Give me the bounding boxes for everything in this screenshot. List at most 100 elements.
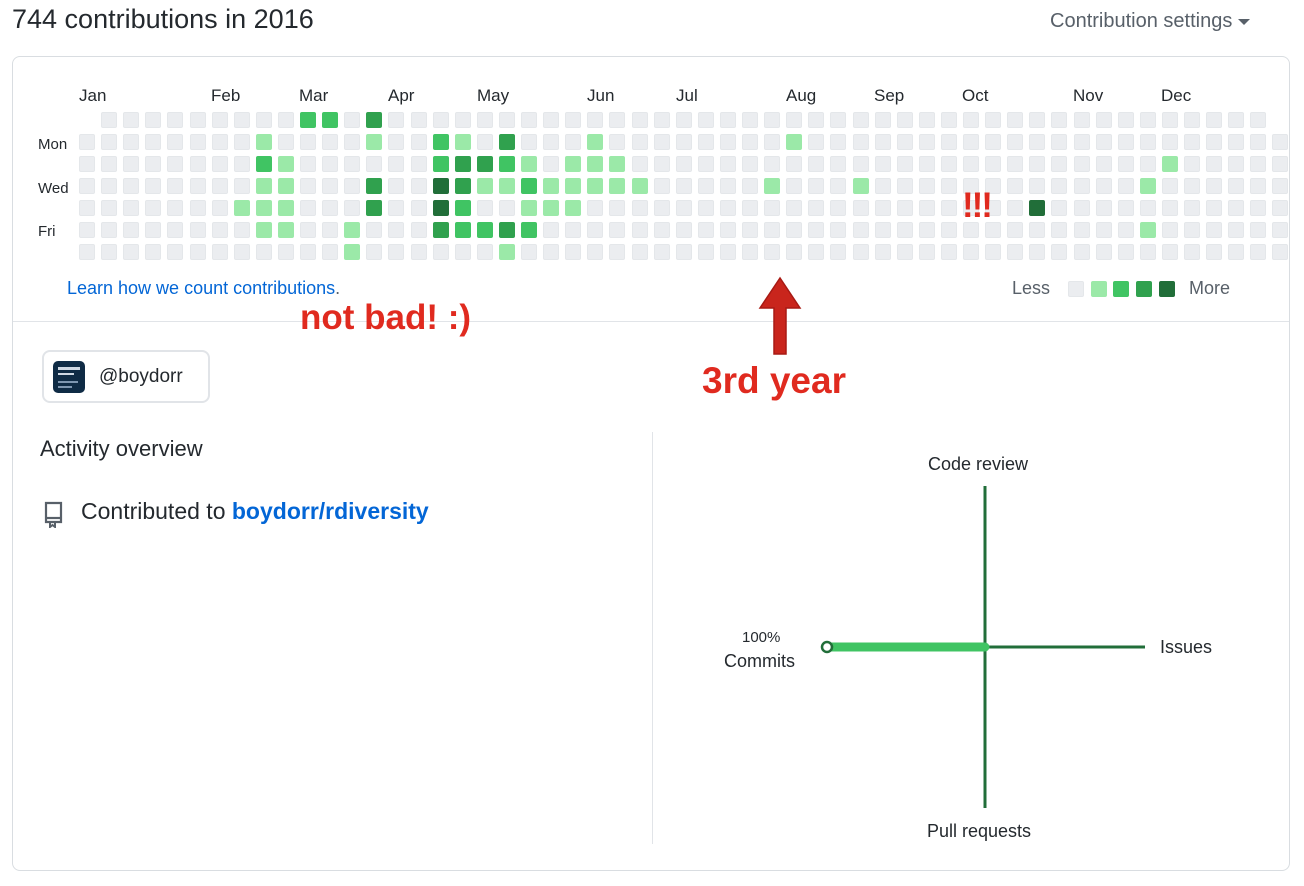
contribution-day[interactable] xyxy=(1250,156,1267,172)
contribution-day[interactable] xyxy=(786,112,803,128)
contribution-day[interactable] xyxy=(1029,134,1046,150)
contribution-day[interactable] xyxy=(653,200,670,216)
contribution-day[interactable] xyxy=(719,200,736,216)
contribution-day[interactable] xyxy=(1272,156,1289,172)
contribution-day[interactable] xyxy=(189,178,206,194)
contribution-day[interactable] xyxy=(167,178,184,194)
contribution-day[interactable] xyxy=(1007,244,1024,260)
contribution-day[interactable] xyxy=(432,200,449,216)
contribution-day[interactable] xyxy=(719,244,736,260)
contribution-day[interactable] xyxy=(300,244,316,260)
contribution-day[interactable] xyxy=(587,134,604,150)
contribution-day[interactable] xyxy=(79,178,95,194)
contribution-day[interactable] xyxy=(410,156,427,172)
contribution-day[interactable] xyxy=(233,244,250,260)
contribution-day[interactable] xyxy=(521,134,537,150)
contribution-day[interactable] xyxy=(1073,244,1090,260)
contribution-day[interactable] xyxy=(609,222,626,238)
contribution-day[interactable] xyxy=(1051,156,1068,172)
contribution-day[interactable] xyxy=(631,112,648,128)
contribution-day[interactable] xyxy=(764,156,781,172)
contribution-day[interactable] xyxy=(1272,200,1289,216)
contribution-day[interactable] xyxy=(764,244,781,260)
contribution-day[interactable] xyxy=(830,112,847,128)
contribution-day[interactable] xyxy=(697,200,714,216)
contribution-day[interactable] xyxy=(366,134,383,150)
contribution-day[interactable] xyxy=(1095,178,1112,194)
contribution-day[interactable] xyxy=(963,112,979,128)
contribution-day[interactable] xyxy=(1250,134,1267,150)
contribution-day[interactable] xyxy=(896,222,913,238)
contribution-day[interactable] xyxy=(366,112,383,128)
contribution-day[interactable] xyxy=(852,178,869,194)
contribution-day[interactable] xyxy=(123,156,140,172)
contribution-day[interactable] xyxy=(123,178,140,194)
contribution-day[interactable] xyxy=(255,244,272,260)
contribution-day[interactable] xyxy=(211,134,228,150)
contribution-day[interactable] xyxy=(322,178,339,194)
contribution-day[interactable] xyxy=(675,134,692,150)
contribution-day[interactable] xyxy=(874,134,891,150)
contribution-day[interactable] xyxy=(1029,178,1046,194)
contribution-day[interactable] xyxy=(189,200,206,216)
contribution-day[interactable] xyxy=(388,222,405,238)
contribution-day[interactable] xyxy=(521,156,537,172)
contribution-day[interactable] xyxy=(896,244,913,260)
contribution-day[interactable] xyxy=(476,178,493,194)
contribution-day[interactable] xyxy=(454,200,471,216)
contribution-day[interactable] xyxy=(101,244,118,260)
contribution-day[interactable] xyxy=(277,222,294,238)
contribution-day[interactable] xyxy=(543,244,560,260)
contribution-day[interactable] xyxy=(344,178,361,194)
contribution-day[interactable] xyxy=(940,156,957,172)
contribution-day[interactable] xyxy=(498,244,515,260)
contribution-day[interactable] xyxy=(1184,200,1200,216)
contribution-day[interactable] xyxy=(388,156,405,172)
contribution-day[interactable] xyxy=(675,200,692,216)
contribution-day[interactable] xyxy=(476,200,493,216)
contribution-day[interactable] xyxy=(940,134,957,150)
contribution-day[interactable] xyxy=(255,222,272,238)
contribution-day[interactable] xyxy=(189,134,206,150)
contribution-day[interactable] xyxy=(874,112,891,128)
contribution-day[interactable] xyxy=(852,200,869,216)
contribution-day[interactable] xyxy=(874,244,891,260)
contribution-day[interactable] xyxy=(410,134,427,150)
contribution-day[interactable] xyxy=(1007,200,1024,216)
contribution-day[interactable] xyxy=(940,222,957,238)
contribution-settings-dropdown[interactable]: Contribution settings xyxy=(1050,10,1251,33)
contribution-day[interactable] xyxy=(1029,156,1046,172)
contribution-day[interactable] xyxy=(454,112,471,128)
contribution-day[interactable] xyxy=(653,112,670,128)
contribution-day[interactable] xyxy=(852,222,869,238)
contribution-day[interactable] xyxy=(940,200,957,216)
contribution-day[interactable] xyxy=(896,200,913,216)
contribution-day[interactable] xyxy=(719,156,736,172)
contribution-day[interactable] xyxy=(940,178,957,194)
contribution-day[interactable] xyxy=(764,178,781,194)
contribution-day[interactable] xyxy=(322,156,339,172)
contribution-day[interactable] xyxy=(808,178,825,194)
contribution-day[interactable] xyxy=(101,156,118,172)
contribution-day[interactable] xyxy=(344,134,361,150)
contribution-day[interactable] xyxy=(742,178,758,194)
contribution-day[interactable] xyxy=(631,244,648,260)
contribution-day[interactable] xyxy=(631,156,648,172)
contribution-day[interactable] xyxy=(963,244,979,260)
contribution-day[interactable] xyxy=(1117,156,1134,172)
contribution-day[interactable] xyxy=(543,134,560,150)
contribution-day[interactable] xyxy=(79,134,95,150)
contribution-day[interactable] xyxy=(963,156,979,172)
contribution-day[interactable] xyxy=(145,112,162,128)
contribution-day[interactable] xyxy=(1184,134,1200,150)
contribution-day[interactable] xyxy=(300,200,316,216)
contribution-day[interactable] xyxy=(1007,156,1024,172)
contribution-day[interactable] xyxy=(255,134,272,150)
contribution-day[interactable] xyxy=(145,244,162,260)
contribution-day[interactable] xyxy=(498,178,515,194)
contribution-day[interactable] xyxy=(609,200,626,216)
contribution-day[interactable] xyxy=(719,178,736,194)
contribution-day[interactable] xyxy=(830,156,847,172)
contribution-day[interactable] xyxy=(631,222,648,238)
contribution-day[interactable] xyxy=(344,222,361,238)
